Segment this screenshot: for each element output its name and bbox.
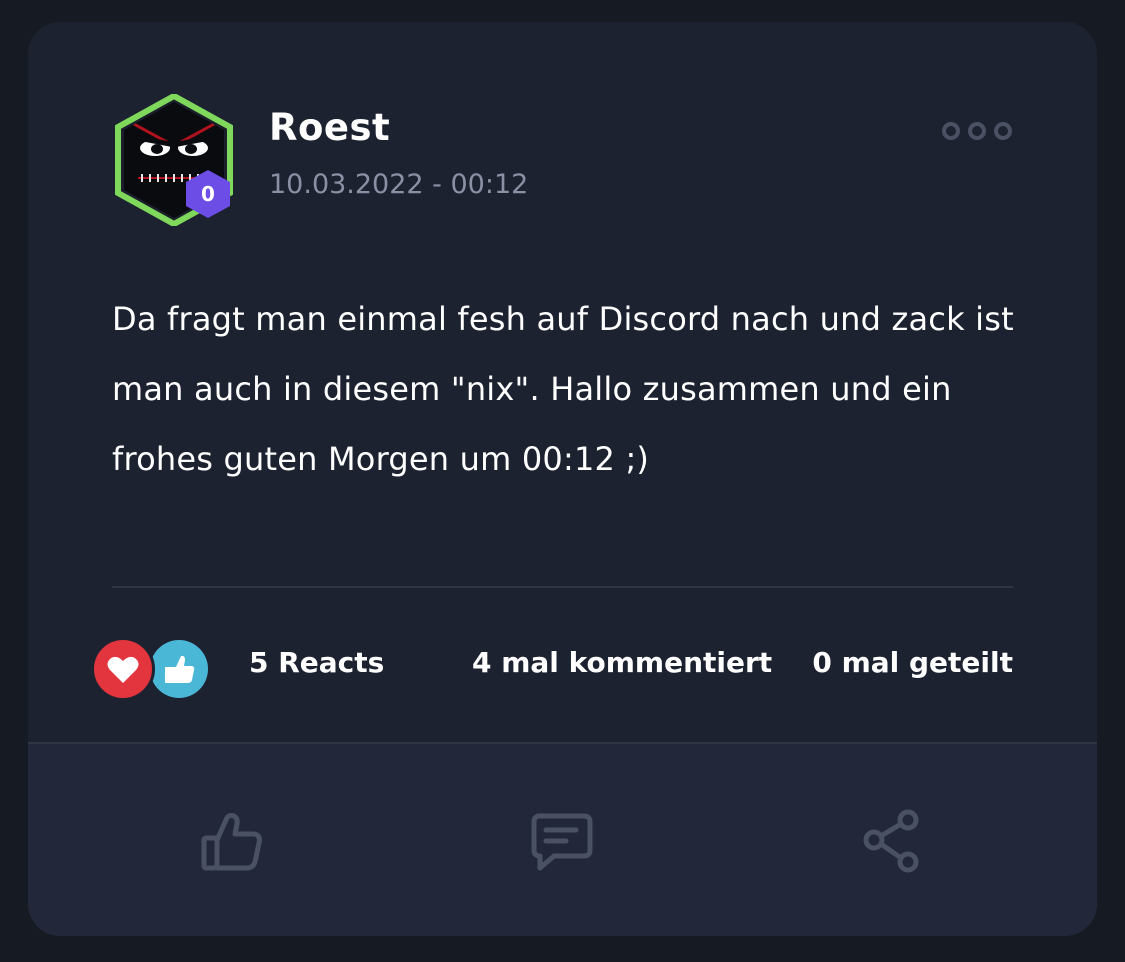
- share-button[interactable]: [858, 806, 928, 876]
- thumbs-up-outline-icon: [201, 813, 262, 871]
- reacts-count[interactable]: 5 Reacts: [249, 646, 384, 679]
- more-horizontal-icon: [942, 122, 1012, 140]
- level-badge: 0: [182, 168, 234, 220]
- comment-button[interactable]: [526, 806, 596, 876]
- author-name[interactable]: Roest: [269, 106, 390, 149]
- comments-count[interactable]: 4 mal kommentiert: [472, 646, 772, 679]
- share-icon: [863, 809, 919, 873]
- post-card: 0 Roest 10.03.2022 - 00:12 Da fragt man …: [28, 22, 1097, 936]
- more-options-button[interactable]: [941, 119, 1013, 143]
- reaction-icons[interactable]: [91, 637, 214, 702]
- post-actions: [28, 742, 1097, 936]
- shares-count[interactable]: 0 mal geteilt: [812, 646, 1013, 679]
- post-body: Da fragt man einmal fesh auf Discord nac…: [112, 300, 1014, 478]
- divider: [112, 586, 1013, 588]
- level-value: 0: [201, 182, 215, 206]
- post-header: 0 Roest 10.03.2022 - 00:12: [112, 94, 1013, 234]
- comment-icon: [531, 813, 593, 871]
- avatar[interactable]: 0: [112, 94, 236, 226]
- post-stats: 5 Reacts 4 mal kommentiert 0 mal geteilt: [91, 634, 1013, 701]
- post-timestamp: 10.03.2022 - 00:12: [269, 169, 529, 200]
- thumbs-up-icon: [150, 640, 208, 698]
- like-button[interactable]: [198, 806, 268, 876]
- heart-icon: [91, 637, 155, 701]
